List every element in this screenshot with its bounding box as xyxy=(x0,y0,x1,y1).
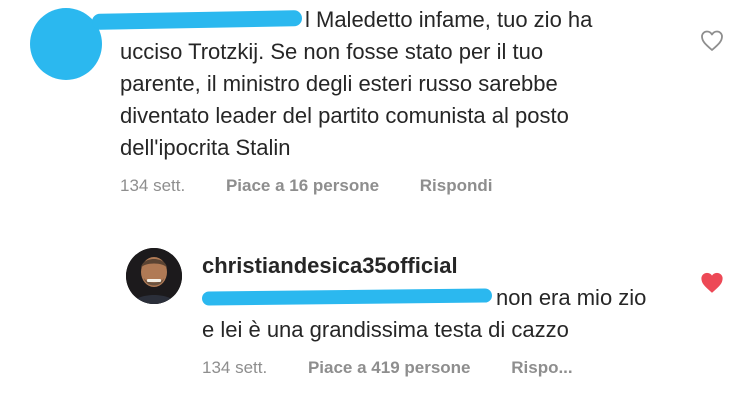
heart-filled-icon[interactable] xyxy=(700,272,724,294)
comment-2-reply[interactable]: Rispo... xyxy=(511,358,572,377)
comment-2-time: 134 sett. xyxy=(202,358,268,377)
comment-2-meta: 134 sett. Piace a 419 persone Rispo... xyxy=(202,358,573,378)
comment-2-line-1: non era mio zio xyxy=(496,285,647,310)
comment-2-line-2: e lei è una grandissima testa di cazzo xyxy=(202,317,569,342)
comment-2: christiandesica35official non era mio zi… xyxy=(0,0,750,412)
comment-2-username[interactable]: christiandesica35official xyxy=(202,250,458,282)
redacted-mention xyxy=(201,288,493,306)
avatar[interactable] xyxy=(126,248,182,304)
comment-2-likes[interactable]: Piace a 419 persone xyxy=(308,358,471,377)
